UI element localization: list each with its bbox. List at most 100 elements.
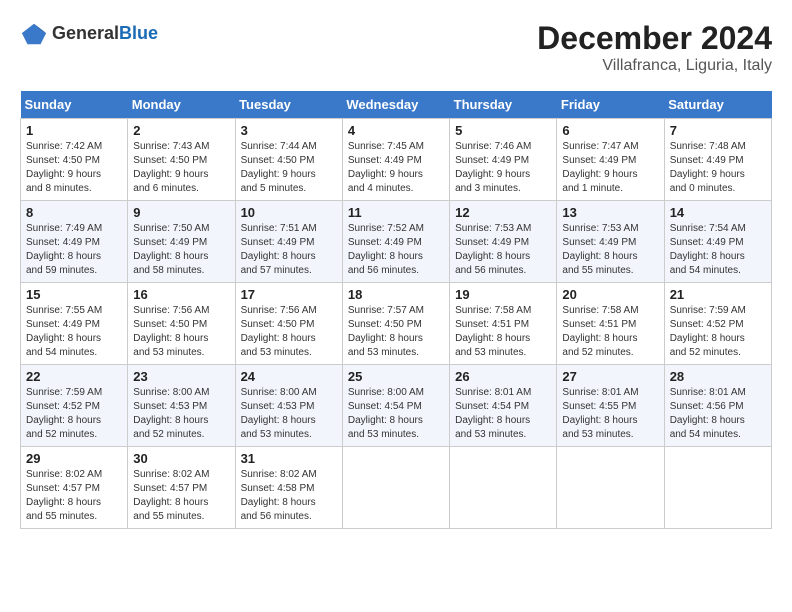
logo-text-general: General [52, 23, 119, 43]
day-number: 1 [26, 123, 122, 138]
calendar-cell: 16Sunrise: 7:56 AM Sunset: 4:50 PM Dayli… [128, 283, 235, 365]
day-info: Sunrise: 8:02 AM Sunset: 4:57 PM Dayligh… [26, 468, 122, 524]
day-number: 20 [562, 287, 658, 302]
day-info: Sunrise: 7:44 AM Sunset: 4:50 PM Dayligh… [241, 140, 337, 196]
calendar-week-row: 1 Sunrise: 7:42 AM Sunset: 4:50 PM Daylig… [21, 119, 772, 201]
day-info: Sunrise: 7:52 AM Sunset: 4:49 PM Dayligh… [348, 222, 444, 278]
day-number: 24 [241, 369, 337, 384]
day-info: Sunrise: 7:45 AM Sunset: 4:49 PM Dayligh… [348, 140, 444, 196]
day-number: 29 [26, 451, 122, 466]
day-info: Sunrise: 7:58 AM Sunset: 4:51 PM Dayligh… [455, 304, 551, 360]
title-area: December 2024 Villafranca, Liguria, Ital… [537, 20, 772, 75]
day-number: 22 [26, 369, 122, 384]
col-header-thursday: Thursday [450, 91, 557, 119]
logo: GeneralBlue [20, 20, 158, 48]
calendar-week-row: 22 Sunrise: 7:59 AM Sunset: 4:52 PM Dayli… [21, 365, 772, 447]
day-info: Sunrise: 8:01 AM Sunset: 4:55 PM Dayligh… [562, 386, 658, 442]
calendar-cell [342, 447, 449, 529]
day-number: 2 [133, 123, 229, 138]
calendar-cell: 11 Sunrise: 7:52 AM Sunset: 4:49 PM Dayli… [342, 201, 449, 283]
day-info: Sunrise: 7:58 AM Sunset: 4:51 PM Dayligh… [562, 304, 658, 360]
calendar-cell: 3 Sunrise: 7:44 AM Sunset: 4:50 PM Daylig… [235, 119, 342, 201]
day-number: 10 [241, 205, 337, 220]
calendar-cell: 20 Sunrise: 7:58 AM Sunset: 4:51 PM Dayli… [557, 283, 664, 365]
day-info: Sunrise: 8:00 AM Sunset: 4:54 PM Dayligh… [348, 386, 444, 442]
day-info: Sunrise: 7:59 AM Sunset: 4:52 PM Dayligh… [26, 386, 122, 442]
calendar-cell: 28Sunrise: 8:01 AM Sunset: 4:56 PM Dayli… [664, 365, 771, 447]
calendar-cell: 7 Sunrise: 7:48 AM Sunset: 4:49 PM Daylig… [664, 119, 771, 201]
calendar-cell: 5Sunrise: 7:46 AM Sunset: 4:49 PM Daylig… [450, 119, 557, 201]
day-number: 8 [26, 205, 122, 220]
day-info: Sunrise: 7:49 AM Sunset: 4:49 PM Dayligh… [26, 222, 122, 278]
day-info: Sunrise: 7:50 AM Sunset: 4:49 PM Dayligh… [133, 222, 229, 278]
day-info: Sunrise: 8:01 AM Sunset: 4:54 PM Dayligh… [455, 386, 551, 442]
col-header-monday: Monday [128, 91, 235, 119]
day-number: 9 [133, 205, 229, 220]
day-info: Sunrise: 7:42 AM Sunset: 4:50 PM Dayligh… [26, 140, 122, 196]
calendar-week-row: 29 Sunrise: 8:02 AM Sunset: 4:57 PM Dayli… [21, 447, 772, 529]
day-number: 25 [348, 369, 444, 384]
calendar-cell: 15 Sunrise: 7:55 AM Sunset: 4:49 PM Dayli… [21, 283, 128, 365]
day-number: 12 [455, 205, 551, 220]
logo-icon [20, 20, 48, 48]
day-info: Sunrise: 7:53 AM Sunset: 4:49 PM Dayligh… [455, 222, 551, 278]
logo-text-blue: Blue [119, 23, 158, 43]
col-header-friday: Friday [557, 91, 664, 119]
col-header-wednesday: Wednesday [342, 91, 449, 119]
calendar-cell: 8 Sunrise: 7:49 AM Sunset: 4:49 PM Daylig… [21, 201, 128, 283]
day-info: Sunrise: 8:02 AM Sunset: 4:57 PM Dayligh… [133, 468, 229, 524]
calendar-cell: 19 Sunrise: 7:58 AM Sunset: 4:51 PM Dayli… [450, 283, 557, 365]
day-info: Sunrise: 7:59 AM Sunset: 4:52 PM Dayligh… [670, 304, 766, 360]
calendar-cell: 30 Sunrise: 8:02 AM Sunset: 4:57 PM Dayli… [128, 447, 235, 529]
calendar-cell: 18Sunrise: 7:57 AM Sunset: 4:50 PM Dayli… [342, 283, 449, 365]
day-number: 15 [26, 287, 122, 302]
day-number: 14 [670, 205, 766, 220]
day-number: 7 [670, 123, 766, 138]
day-number: 19 [455, 287, 551, 302]
day-number: 4 [348, 123, 444, 138]
calendar-cell: 17Sunrise: 7:56 AM Sunset: 4:50 PM Dayli… [235, 283, 342, 365]
calendar-cell: 31 Sunrise: 8:02 AM Sunset: 4:58 PM Dayli… [235, 447, 342, 529]
day-info: Sunrise: 7:46 AM Sunset: 4:49 PM Dayligh… [455, 140, 551, 196]
calendar-cell: 14 Sunrise: 7:54 AM Sunset: 4:49 PM Dayli… [664, 201, 771, 283]
day-number: 27 [562, 369, 658, 384]
calendar-cell: 23 Sunrise: 8:00 AM Sunset: 4:53 PM Dayli… [128, 365, 235, 447]
calendar-cell [450, 447, 557, 529]
calendar-cell: 12 Sunrise: 7:53 AM Sunset: 4:49 PM Dayli… [450, 201, 557, 283]
month-title: December 2024 [537, 20, 772, 57]
day-info: Sunrise: 7:53 AM Sunset: 4:49 PM Dayligh… [562, 222, 658, 278]
calendar-cell: 6Sunrise: 7:47 AM Sunset: 4:49 PM Daylig… [557, 119, 664, 201]
day-number: 6 [562, 123, 658, 138]
day-info: Sunrise: 8:00 AM Sunset: 4:53 PM Dayligh… [133, 386, 229, 442]
day-number: 21 [670, 287, 766, 302]
day-number: 28 [670, 369, 766, 384]
day-info: Sunrise: 7:55 AM Sunset: 4:49 PM Dayligh… [26, 304, 122, 360]
day-info: Sunrise: 7:43 AM Sunset: 4:50 PM Dayligh… [133, 140, 229, 196]
day-number: 16 [133, 287, 229, 302]
day-number: 30 [133, 451, 229, 466]
day-number: 3 [241, 123, 337, 138]
calendar-week-row: 15 Sunrise: 7:55 AM Sunset: 4:49 PM Dayli… [21, 283, 772, 365]
day-number: 31 [241, 451, 337, 466]
calendar-table: SundayMondayTuesdayWednesdayThursdayFrid… [20, 91, 772, 529]
day-number: 23 [133, 369, 229, 384]
day-info: Sunrise: 7:54 AM Sunset: 4:49 PM Dayligh… [670, 222, 766, 278]
day-info: Sunrise: 7:56 AM Sunset: 4:50 PM Dayligh… [241, 304, 337, 360]
calendar-cell: 13 Sunrise: 7:53 AM Sunset: 4:49 PM Dayli… [557, 201, 664, 283]
col-header-saturday: Saturday [664, 91, 771, 119]
calendar-cell: 9 Sunrise: 7:50 AM Sunset: 4:49 PM Daylig… [128, 201, 235, 283]
day-info: Sunrise: 8:00 AM Sunset: 4:53 PM Dayligh… [241, 386, 337, 442]
calendar-cell: 27 Sunrise: 8:01 AM Sunset: 4:55 PM Dayli… [557, 365, 664, 447]
col-header-tuesday: Tuesday [235, 91, 342, 119]
calendar-week-row: 8 Sunrise: 7:49 AM Sunset: 4:49 PM Daylig… [21, 201, 772, 283]
day-info: Sunrise: 8:02 AM Sunset: 4:58 PM Dayligh… [241, 468, 337, 524]
day-info: Sunrise: 7:48 AM Sunset: 4:49 PM Dayligh… [670, 140, 766, 196]
calendar-cell: 10Sunrise: 7:51 AM Sunset: 4:49 PM Dayli… [235, 201, 342, 283]
calendar-cell: 4 Sunrise: 7:45 AM Sunset: 4:49 PM Daylig… [342, 119, 449, 201]
col-header-sunday: Sunday [21, 91, 128, 119]
page-header: GeneralBlue December 2024 Villafranca, L… [20, 20, 772, 75]
day-number: 18 [348, 287, 444, 302]
day-number: 13 [562, 205, 658, 220]
calendar-cell: 22 Sunrise: 7:59 AM Sunset: 4:52 PM Dayli… [21, 365, 128, 447]
day-number: 11 [348, 205, 444, 220]
